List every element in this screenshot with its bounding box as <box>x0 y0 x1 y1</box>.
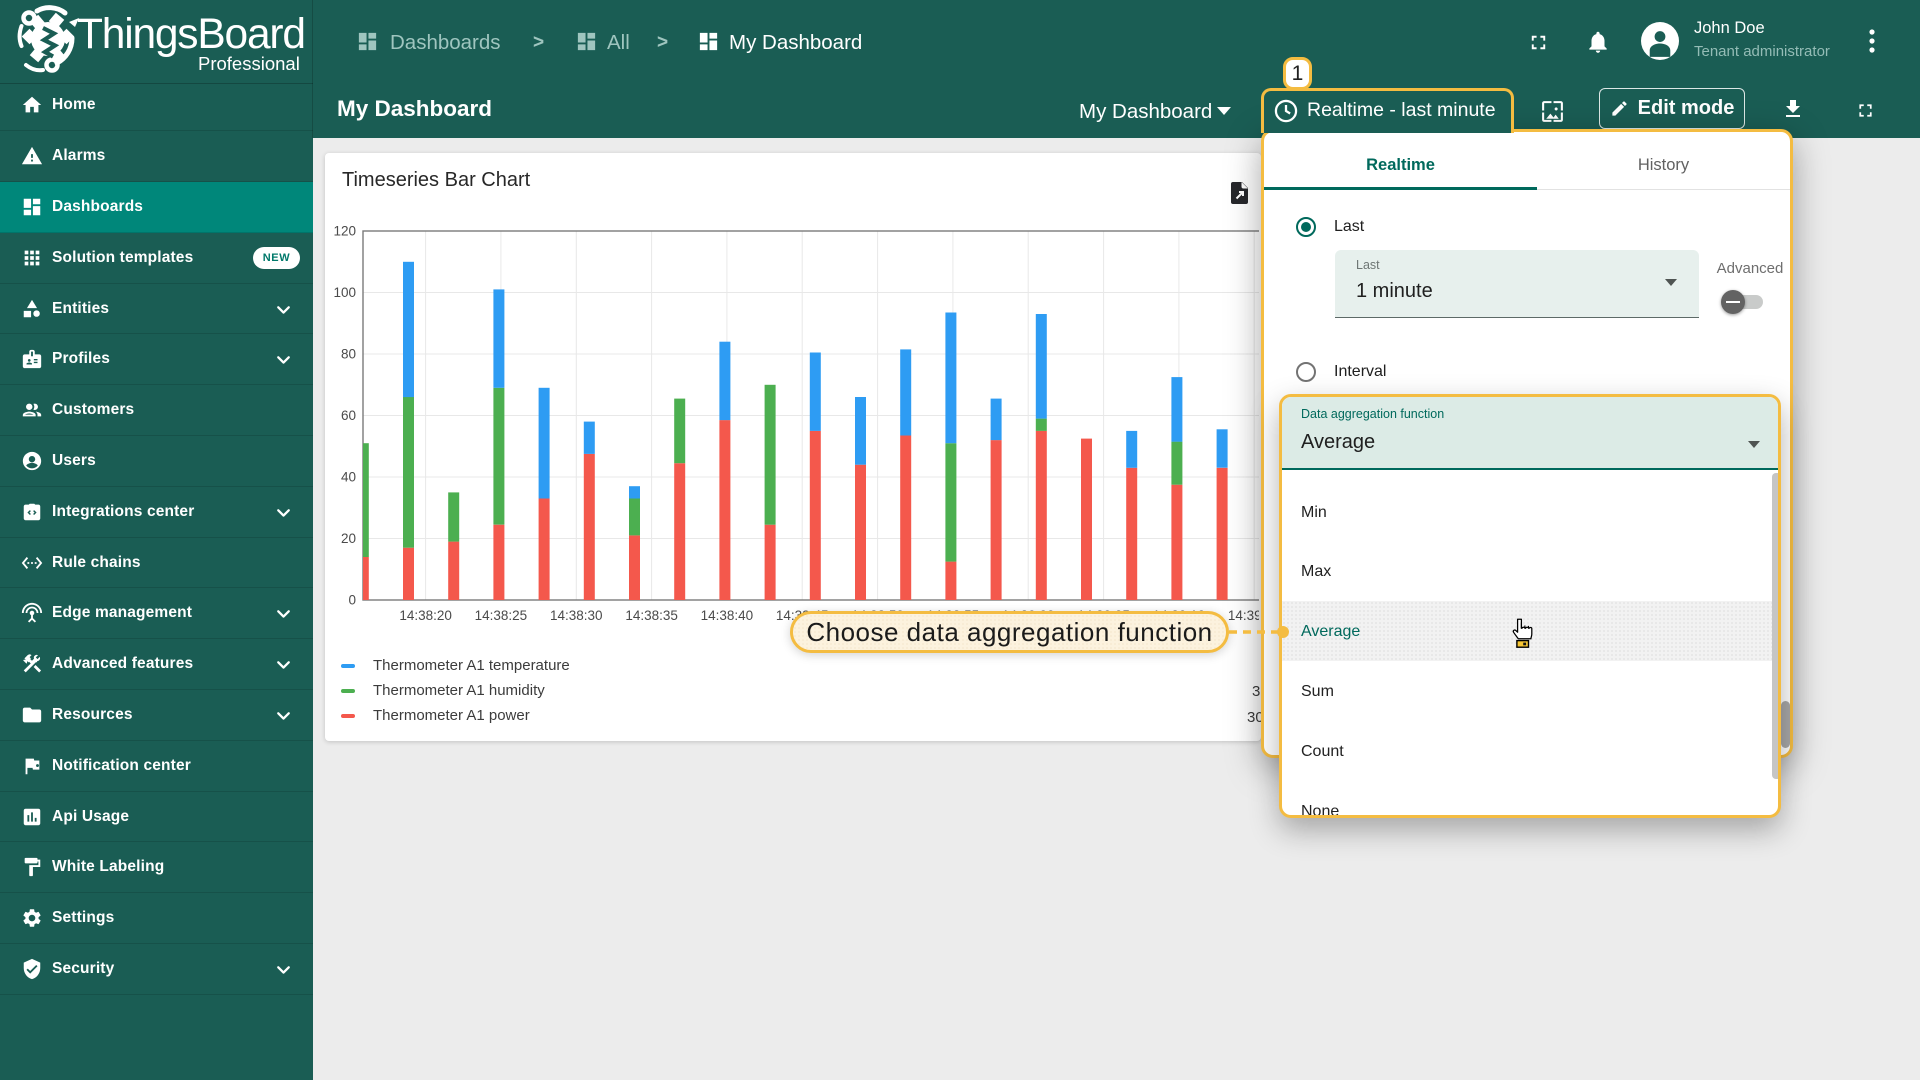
svg-text:14:38:35: 14:38:35 <box>625 608 678 623</box>
svg-text:14:38:25: 14:38:25 <box>475 608 528 623</box>
svg-text:14:39:15: 14:39:15 <box>1228 608 1259 623</box>
svg-text:0: 0 <box>348 593 356 608</box>
svg-text:40: 40 <box>341 470 356 485</box>
svg-text:14:38:20: 14:38:20 <box>399 608 452 623</box>
svg-text:14:38:30: 14:38:30 <box>550 608 603 623</box>
svg-text:14:38:40: 14:38:40 <box>701 608 754 623</box>
svg-text:100: 100 <box>333 285 356 300</box>
svg-text:80: 80 <box>341 347 356 362</box>
svg-text:120: 120 <box>333 224 356 239</box>
svg-text:20: 20 <box>341 531 356 546</box>
svg-text:60: 60 <box>341 408 356 423</box>
